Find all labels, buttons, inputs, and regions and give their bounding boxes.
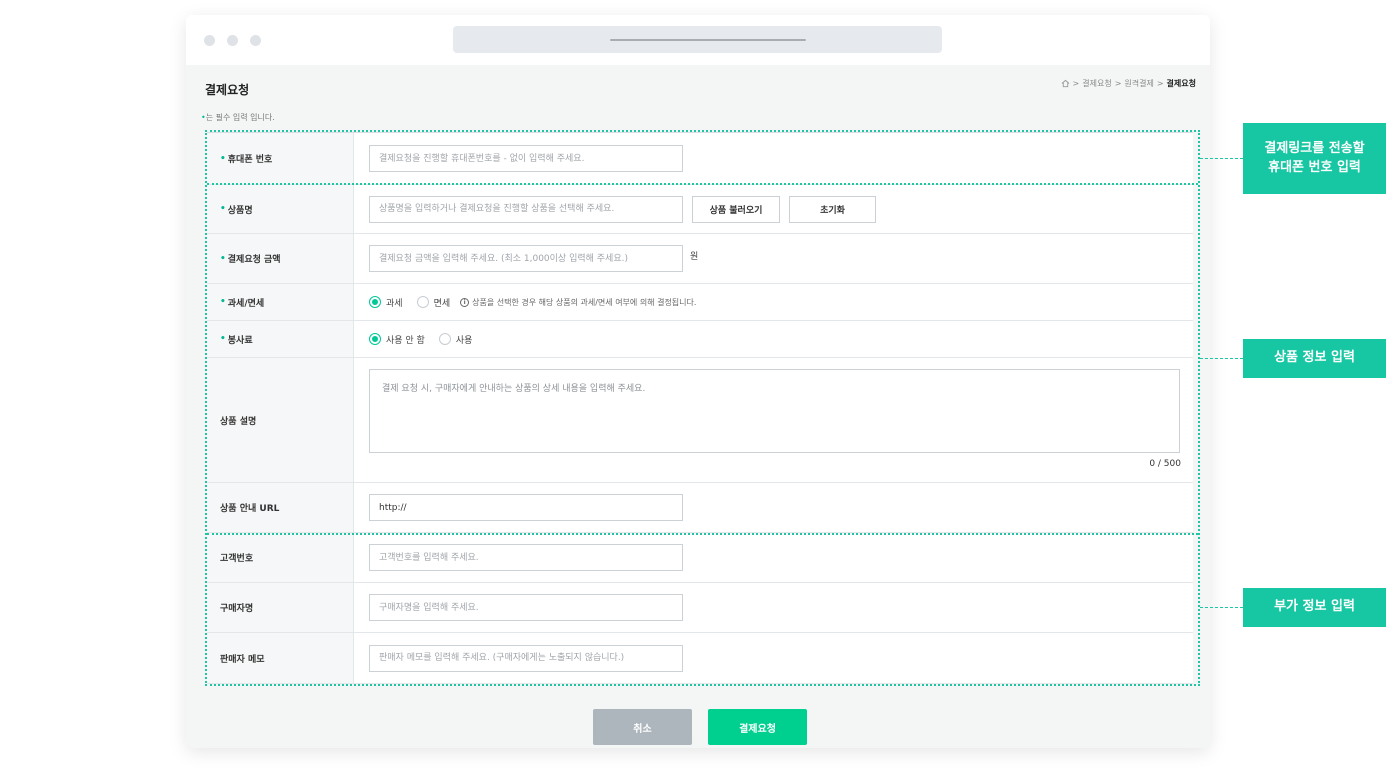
- seller-memo-input[interactable]: [369, 644, 683, 672]
- window-dot-icon: [227, 35, 238, 46]
- seller-memo-label: 판매자 메모: [220, 654, 265, 665]
- radio-taxable[interactable]: 과세: [369, 296, 403, 309]
- char-counter: 0 / 500: [1149, 459, 1181, 469]
- home-icon[interactable]: [1061, 79, 1070, 88]
- window-dot-icon: [204, 35, 215, 46]
- phone-label: 휴대폰 번호: [227, 155, 273, 165]
- info-icon: i: [460, 297, 470, 307]
- required-note: •는 필수 입력 입니다.: [201, 113, 275, 122]
- radio-fee-off[interactable]: 사용 안 함: [369, 333, 425, 346]
- url-label: 상품 안내 URL: [220, 504, 280, 514]
- page-title: 결제요청: [205, 83, 250, 97]
- annotation-connector: [1200, 607, 1243, 608]
- radio-tax-exempt[interactable]: 면세: [416, 296, 450, 309]
- row-buyer-name: 구매자명: [207, 583, 1193, 633]
- submit-payment-request-button[interactable]: 결제요청: [708, 709, 807, 745]
- annotation-product-section: 상품 정보 입력: [1243, 339, 1386, 378]
- row-product-name: •상품명 상품 불러오기 초기화: [207, 185, 1193, 234]
- browser-window: 결제요청 > 결제요청 > 원격결제 > 결제요청 •는 필수 입력 입니다. …: [186, 15, 1210, 748]
- annotation-phone-section: 결제링크를 전송할 휴대폰 번호 입력: [1243, 123, 1386, 194]
- buyer-name-input[interactable]: [369, 594, 683, 621]
- customer-number-input[interactable]: [369, 544, 683, 571]
- tax-info-note: i 상품을 선택한 경우 해당 상품의 과세/면세 여부에 의해 결정됩니다.: [460, 297, 696, 308]
- breadcrumb-current: 결제요청: [1166, 79, 1196, 88]
- service-fee-label: 봉사료: [227, 335, 253, 346]
- breadcrumb-item[interactable]: 결제요청: [1082, 78, 1111, 89]
- radio-unchecked-icon[interactable]: [438, 333, 451, 345]
- url-input[interactable]: [369, 494, 683, 521]
- row-seller-memo: 판매자 메모: [207, 633, 1193, 684]
- currency-unit: 원: [690, 252, 699, 262]
- annotation-connector: [1200, 358, 1243, 359]
- reset-button[interactable]: 초기화: [789, 195, 876, 223]
- buyer-name-label: 구매자명: [220, 604, 254, 614]
- row-description: 상품 설명 0 / 500: [207, 358, 1193, 483]
- cancel-button[interactable]: 취소: [593, 709, 692, 745]
- radio-checked-icon[interactable]: [369, 296, 381, 308]
- amount-label: 결제요청 금액: [227, 255, 281, 265]
- product-name-input[interactable]: [369, 195, 683, 223]
- radio-fee-on[interactable]: 사용: [438, 333, 472, 346]
- amount-input[interactable]: [369, 245, 683, 272]
- row-customer-number: 고객번호: [207, 533, 1193, 583]
- annotation-connector: [1200, 158, 1243, 159]
- radio-unchecked-icon[interactable]: [416, 296, 429, 308]
- window-dot-icon: [250, 35, 261, 46]
- customer-number-label: 고객번호: [220, 554, 254, 564]
- row-phone: • 휴대폰 번호: [207, 133, 1193, 185]
- description-label: 상품 설명: [220, 416, 257, 427]
- description-textarea[interactable]: [369, 369, 1180, 453]
- row-amount: •결제요청 금액 원: [207, 234, 1193, 284]
- payment-request-form: •휴대폰 번호 •상품명 상품 불러오기 초기화 •결제요청 금액 원 •과세/…: [207, 132, 1193, 684]
- load-product-button[interactable]: 상품 불러오기: [692, 195, 780, 223]
- phone-input[interactable]: [369, 145, 683, 172]
- annotation-extra-section: 부가 정보 입력: [1243, 588, 1386, 627]
- breadcrumb-item[interactable]: 원격결제: [1124, 78, 1153, 89]
- row-tax: • 과세/면세 과세 면세 i 상품을 선택한 경우 해당 상품의 과세/면세 여부…: [207, 284, 1193, 321]
- row-url: 상품 안내 URL: [207, 483, 1193, 533]
- breadcrumb: > 결제요청 > 원격결제 > 결제요청: [1061, 78, 1196, 89]
- row-service-fee: • 봉사료 사용 안 함 사용: [207, 321, 1193, 358]
- address-bar[interactable]: [453, 26, 942, 53]
- browser-chrome: [186, 15, 1210, 65]
- product-name-label: 상품명: [227, 205, 253, 216]
- radio-checked-icon[interactable]: [369, 333, 381, 345]
- tax-label: 과세/면세: [227, 298, 265, 309]
